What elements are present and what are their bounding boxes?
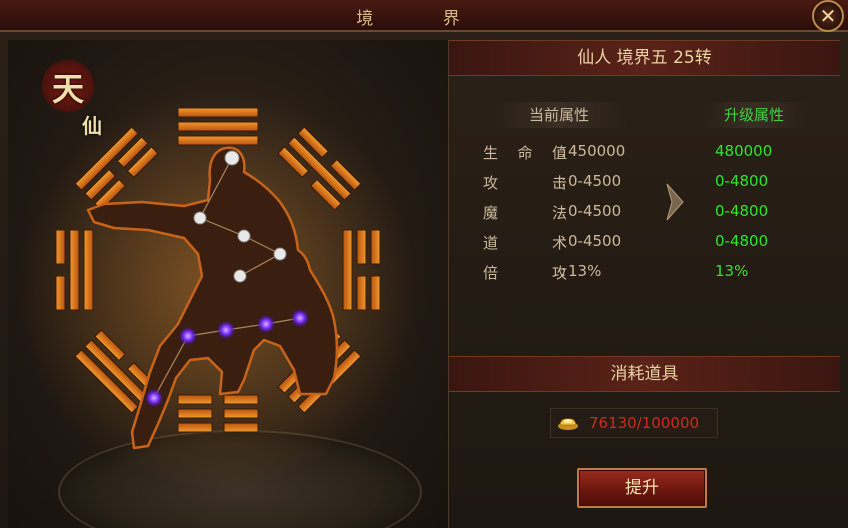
close-button[interactable]: ✕ [812, 0, 844, 32]
stat-current-value: 450000 [568, 142, 626, 160]
current-attributes-heading: 当前属性 [489, 102, 629, 128]
stat-name: 攻击 [483, 174, 567, 192]
stat-upgrade-value: 0-4800 [715, 172, 769, 190]
logo-char-xian: 仙 [82, 114, 102, 138]
realm-window: 境 界 ✕ 天 仙 仙人 境界五 25转 当前属性 升级属性 生命值: 450… [0, 0, 848, 528]
chevron-right-icon [666, 183, 684, 221]
logo-char-tian: 天 [52, 70, 85, 108]
upgrade-button[interactable]: 提升 [577, 468, 707, 508]
stat-colon: : [561, 232, 567, 250]
cost-display: 76130/100000 [550, 408, 718, 438]
gold-ingot-icon [558, 418, 578, 430]
attributes-panel: 仙人 境界五 25转 当前属性 升级属性 生命值 : 450000 480000… [449, 40, 840, 528]
stat-colon: : [561, 172, 567, 190]
stat-upgrade-value: 13% [715, 262, 749, 280]
stat-colon: : [561, 202, 567, 220]
title-bar: 境 界 [0, 0, 848, 32]
stat-current-value: 0-4500 [568, 232, 622, 250]
window-title: 境 界 [356, 9, 492, 29]
stat-upgrade-value: 480000 [715, 142, 773, 160]
stat-row-magic: 魔法 : 0-4500 0-4800 [449, 202, 840, 230]
character-illustration-panel: 天 仙 [8, 40, 449, 528]
stat-current-value: 0-4500 [568, 172, 622, 190]
stat-name: 倍攻 [483, 264, 567, 282]
tianxian-logo: 天 仙 [38, 58, 110, 148]
stat-current-value: 13% [568, 262, 602, 280]
stat-name: 道术 [483, 234, 567, 252]
consumables-header: 消耗道具 [449, 356, 840, 392]
stat-name: 魔法 [483, 204, 567, 222]
realm-level-header: 仙人 境界五 25转 [449, 40, 840, 76]
upgrade-attributes-heading: 升级属性 [699, 102, 809, 128]
stat-upgrade-value: 0-4800 [715, 202, 769, 220]
cost-amount: 76130/100000 [589, 414, 700, 432]
stat-upgrade-value: 0-4800 [715, 232, 769, 250]
stat-colon: : [561, 142, 567, 160]
stat-row-hp: 生命值 : 450000 480000 [449, 142, 840, 170]
stat-row-attack: 攻击 : 0-4500 0-4800 [449, 172, 840, 200]
stat-name: 生命值 [483, 144, 567, 162]
stat-row-taoism: 道术 : 0-4500 0-4800 [449, 232, 840, 260]
stat-row-crit-multiplier: 倍攻 : 13% 13% [449, 262, 840, 290]
stat-current-value: 0-4500 [568, 202, 622, 220]
stat-colon: : [561, 262, 567, 280]
